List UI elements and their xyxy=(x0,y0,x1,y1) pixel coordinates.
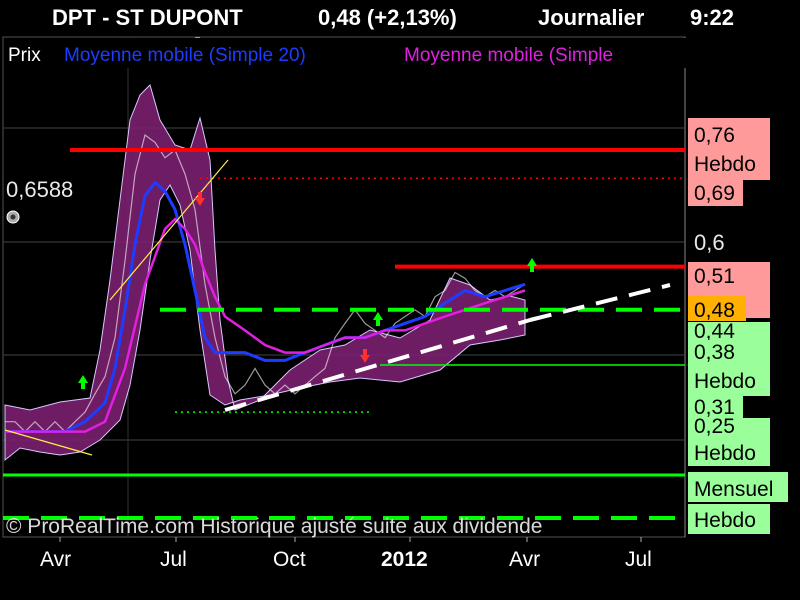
legend-ma-magenta: Moyenne mobile (Simple xyxy=(404,45,613,66)
x-tick-label: 2012 xyxy=(381,548,428,571)
price-label-value: 0,51 xyxy=(694,265,735,288)
period-label: Journalier xyxy=(538,5,645,30)
price-label-value: 0,76 xyxy=(694,124,735,147)
x-axis: Avr Jul Oct 2012 Avr Jul xyxy=(40,537,652,571)
price-label-value: 0,69 xyxy=(694,182,735,205)
zoom-icon-lens xyxy=(10,214,16,220)
price-label-note: Hebdo xyxy=(694,509,756,532)
price-label-value: 0,44 xyxy=(694,320,735,343)
quote-value: 0,48 (+2,13%) xyxy=(318,5,457,30)
chart-title: DPT - ST DUPONT xyxy=(52,5,243,30)
price-label-note: Hebdo xyxy=(694,370,756,393)
legend-price: Prix xyxy=(8,45,41,66)
price-label-value: 0,38 xyxy=(694,341,735,364)
copyright-notice: © ProRealTime.com Historique ajusté suit… xyxy=(6,515,542,538)
buy-arrow xyxy=(527,258,537,272)
x-tick-label: Jul xyxy=(625,548,652,571)
clock-time: 9:22 xyxy=(690,5,734,30)
price-label-value: 0,25 xyxy=(694,415,735,438)
x-tick-label: Oct xyxy=(273,548,306,571)
chart-canvas: DPT - ST DUPONT 0,48 (+2,13%) Journalier… xyxy=(2,5,788,571)
price-label-note: Mensuel xyxy=(694,478,773,501)
x-tick-label: Avr xyxy=(40,548,71,571)
price-labels: 0,76 Hebdo 0,69 0,51 0,48 0,44 0,38 Hebd… xyxy=(688,118,788,534)
y-tick-label: 0,6 xyxy=(694,230,725,255)
legend-ma20: Moyenne mobile (Simple 20) xyxy=(64,45,306,66)
price-band xyxy=(4,84,526,462)
plot-frame xyxy=(2,36,686,538)
trend-line-projection xyxy=(529,283,671,322)
price-label-note: Hebdo xyxy=(694,153,756,176)
buy-arrow xyxy=(78,375,88,389)
chart-window: DPT - ST DUPONT 0,48 (+2,13%) Journalier… xyxy=(0,0,800,600)
x-tick-label: Avr xyxy=(509,548,540,571)
grid xyxy=(3,37,685,537)
x-tick-label: Jul xyxy=(160,548,187,571)
price-label-note: Hebdo xyxy=(694,442,756,465)
current-price-value: 0,48 xyxy=(694,299,735,322)
buy-arrow xyxy=(373,312,383,326)
cursor-value: 0,6588 xyxy=(6,177,73,202)
